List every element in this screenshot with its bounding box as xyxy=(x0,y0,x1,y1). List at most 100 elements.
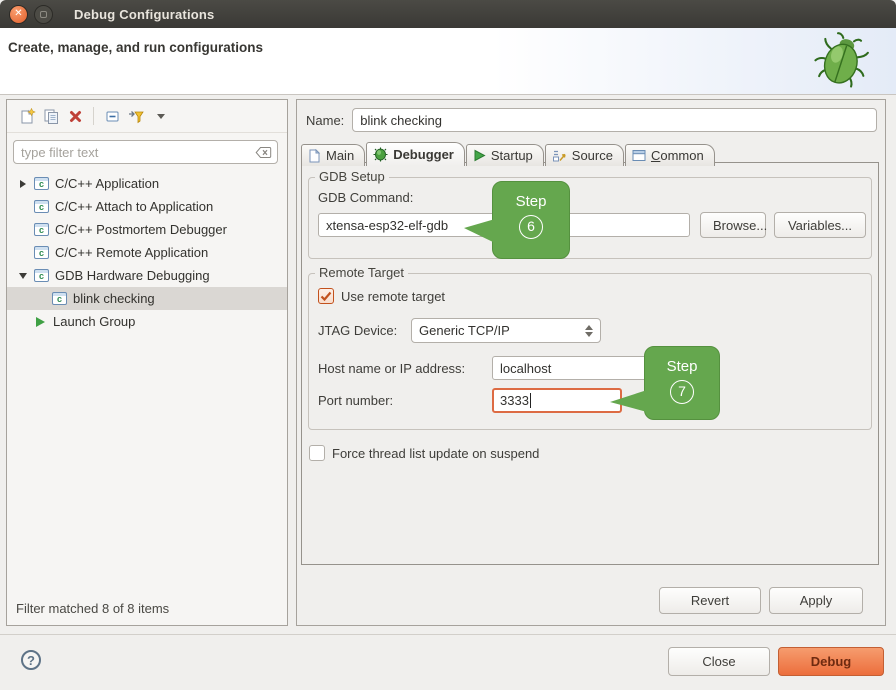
tree-item-cpp-remote[interactable]: c C/C++ Remote Application xyxy=(7,241,287,264)
expand-arrow-icon[interactable] xyxy=(16,180,30,188)
filter-launch-configurations-button[interactable] xyxy=(124,104,148,128)
name-row: Name: xyxy=(306,108,877,132)
name-label: Name: xyxy=(306,113,344,128)
debug-configurations-dialog: { "window": { "title": "Debug Configurat… xyxy=(0,0,896,690)
host-row: Host name or IP address: xyxy=(318,356,871,380)
main-tab-icon xyxy=(308,149,321,163)
new-configuration-button[interactable] xyxy=(15,104,39,128)
c-application-icon: c xyxy=(34,200,49,213)
use-remote-target-row: Use remote target xyxy=(318,288,871,304)
header-banner: Create, manage, and run configurations xyxy=(0,28,896,95)
c-application-icon: c xyxy=(34,246,49,259)
configuration-tree: c C/C++ Application c C/C++ Attach to Ap… xyxy=(7,172,287,333)
delete-icon xyxy=(68,109,83,124)
port-input[interactable]: 3333 xyxy=(492,388,622,413)
tree-item-launch-group[interactable]: Launch Group xyxy=(7,310,287,333)
tree-item-cpp-postmortem[interactable]: c C/C++ Postmortem Debugger xyxy=(7,218,287,241)
text-caret xyxy=(530,393,531,408)
debug-button[interactable]: Debug xyxy=(778,647,884,676)
port-row: Port number: 3333 xyxy=(318,388,871,413)
window-title: Debug Configurations xyxy=(74,7,215,22)
configuration-tabs: Main Debugger Startup Sourc xyxy=(301,142,885,166)
sidebar-toolbar xyxy=(7,100,287,133)
footer-buttons: Close Debug xyxy=(668,647,884,676)
gdb-command-label: GDB Command: xyxy=(318,190,871,205)
duplicate-icon xyxy=(43,108,60,125)
tree-item-blink-checking[interactable]: c blink checking xyxy=(7,287,287,310)
step-6-callout: Step 6 xyxy=(492,181,570,259)
toolbar-separator xyxy=(93,107,94,125)
tree-item-cpp-attach[interactable]: c C/C++ Attach to Application xyxy=(7,195,287,218)
filter-status-text: Filter matched 8 of 8 items xyxy=(16,601,169,616)
configuration-detail-panel: Name: Main Debugger Startup xyxy=(296,99,886,626)
tab-common[interactable]: Common xyxy=(625,144,715,166)
force-thread-row: Force thread list update on suspend xyxy=(309,445,878,461)
dialog-footer: ? Close Debug xyxy=(0,634,896,690)
source-tab-icon xyxy=(552,149,567,163)
launch-group-icon xyxy=(36,317,45,327)
configurations-sidebar: c C/C++ Application c C/C++ Attach to Ap… xyxy=(6,99,288,626)
host-input[interactable] xyxy=(492,356,662,380)
callout-pointer-left xyxy=(610,390,647,412)
host-label: Host name or IP address: xyxy=(318,361,492,376)
filter-row xyxy=(13,140,278,164)
revert-apply-row: Revert Apply xyxy=(659,587,863,614)
tab-main[interactable]: Main xyxy=(301,144,365,166)
collapse-arrow-icon[interactable] xyxy=(16,273,30,279)
gdb-setup-title: GDB Setup xyxy=(315,169,389,184)
revert-button[interactable]: Revert xyxy=(659,587,761,614)
duplicate-configuration-button[interactable] xyxy=(39,104,63,128)
window-titlebar: ✕ Debug Configurations xyxy=(0,0,896,28)
window-close-button[interactable]: ✕ xyxy=(9,5,28,24)
jtag-device-select[interactable]: Generic TCP/IP xyxy=(411,318,601,343)
force-thread-checkbox[interactable] xyxy=(309,445,325,461)
bug-logo-icon xyxy=(814,31,870,91)
tab-debugger[interactable]: Debugger xyxy=(366,142,465,166)
filter-input[interactable] xyxy=(13,140,278,164)
filter-icon xyxy=(127,108,145,125)
page-title: Create, manage, and run configurations xyxy=(0,28,896,55)
new-configuration-icon xyxy=(19,108,36,125)
remote-target-title: Remote Target xyxy=(315,265,408,280)
c-application-icon: c xyxy=(52,292,67,305)
debugger-tab-icon xyxy=(373,147,388,162)
common-tab-icon xyxy=(632,149,646,162)
toolbar-menu-dropdown[interactable] xyxy=(148,104,172,128)
tree-item-cpp-application[interactable]: c C/C++ Application xyxy=(7,172,287,195)
gdb-setup-group: GDB Setup GDB Command: Browse... Variabl… xyxy=(308,177,872,259)
checkmark-icon xyxy=(320,291,332,302)
step-7-callout: Step 7 xyxy=(644,346,720,420)
tree-item-gdb-hardware-debugging[interactable]: c GDB Hardware Debugging xyxy=(7,264,287,287)
jtag-device-label: JTAG Device: xyxy=(318,323,411,338)
window-maximize-button[interactable] xyxy=(34,5,53,24)
c-application-icon: c xyxy=(34,269,49,282)
step-number-badge: 7 xyxy=(670,380,694,404)
port-label: Port number: xyxy=(318,393,492,408)
combo-spinner-icon xyxy=(585,325,593,337)
apply-button[interactable]: Apply xyxy=(769,587,863,614)
tab-startup[interactable]: Startup xyxy=(466,144,544,166)
use-remote-target-checkbox[interactable] xyxy=(318,288,334,304)
step-number-badge: 6 xyxy=(519,215,543,239)
startup-tab-icon xyxy=(473,149,486,162)
tab-source[interactable]: Source xyxy=(545,144,624,166)
browse-button[interactable]: Browse... xyxy=(700,212,766,238)
collapse-all-button[interactable] xyxy=(100,104,124,128)
collapse-all-icon xyxy=(104,108,121,125)
clear-filter-icon[interactable] xyxy=(255,146,272,159)
chevron-down-icon xyxy=(157,114,165,119)
callout-pointer-left xyxy=(464,219,495,243)
help-button[interactable]: ? xyxy=(21,650,41,670)
name-input[interactable] xyxy=(352,108,877,132)
c-application-icon: c xyxy=(34,223,49,236)
gdb-command-row: Browse... Variables... xyxy=(318,212,871,238)
variables-button[interactable]: Variables... xyxy=(774,212,866,238)
c-application-icon: c xyxy=(34,177,49,190)
close-button[interactable]: Close xyxy=(668,647,770,676)
remote-target-group: Remote Target Use remote target JTAG Dev… xyxy=(308,273,872,430)
force-thread-label: Force thread list update on suspend xyxy=(332,446,539,461)
debugger-tab-content: GDB Setup GDB Command: Browse... Variabl… xyxy=(301,162,879,565)
maximize-icon xyxy=(40,11,47,18)
delete-configuration-button[interactable] xyxy=(63,104,87,128)
use-remote-target-label: Use remote target xyxy=(341,289,445,304)
